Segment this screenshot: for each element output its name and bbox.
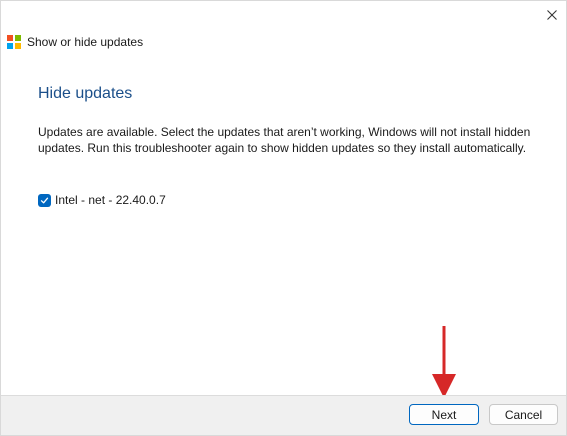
- update-checkbox[interactable]: [38, 193, 51, 207]
- window-title: Show or hide updates: [27, 35, 144, 49]
- update-item[interactable]: Intel - net - 22.40.0.7: [38, 193, 166, 207]
- cancel-button[interactable]: Cancel: [489, 404, 558, 425]
- windows-logo-icon: [7, 35, 21, 49]
- close-button[interactable]: [538, 1, 566, 29]
- next-button[interactable]: Next: [409, 404, 479, 425]
- description-text: Updates are available. Select the update…: [38, 125, 531, 155]
- title-bar: Show or hide updates: [7, 35, 143, 49]
- page-heading: Hide updates: [38, 85, 133, 102]
- checkmark-icon: [40, 197, 49, 203]
- troubleshooter-window: Show or hide updates Hide updates Update…: [0, 0, 567, 436]
- button-bar: Next Cancel: [1, 395, 566, 435]
- update-label: Intel - net - 22.40.0.7: [55, 193, 166, 207]
- annotation-arrow-icon: [432, 326, 456, 398]
- close-icon: [547, 10, 557, 20]
